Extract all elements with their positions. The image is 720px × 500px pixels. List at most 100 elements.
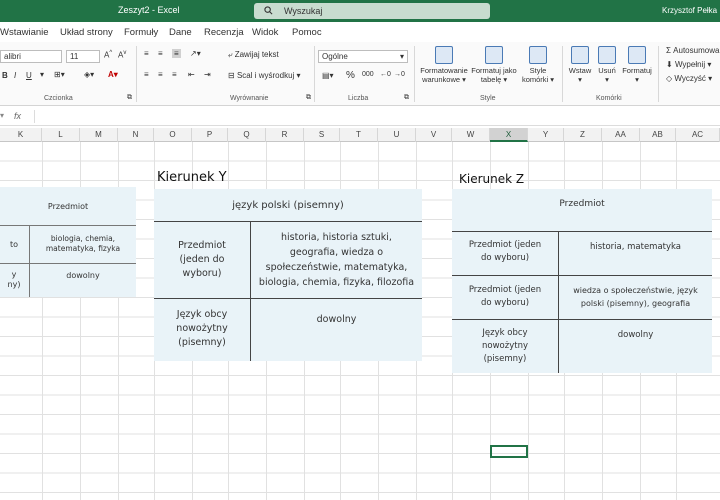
column-header-w[interactable]: W [452, 128, 490, 142]
user-name[interactable]: Krzysztof Pełka [662, 6, 717, 15]
column-headers: K L M N O P Q R S T U V W X Y Z AA AB AC [0, 128, 720, 142]
align-bottom-icon[interactable]: ≡ [172, 49, 181, 58]
autosum-button[interactable]: Σ Autosumowa [666, 46, 719, 55]
font-dialog-launcher-icon[interactable]: ⧉ [127, 94, 132, 102]
column-header-l[interactable]: L [42, 128, 80, 142]
cell-styles-button[interactable]: Style komórki ▾ [518, 46, 558, 84]
column-header-ab[interactable]: AB [640, 128, 676, 142]
shrink-font-button[interactable]: Av [118, 50, 126, 60]
column-header-n[interactable]: N [118, 128, 154, 142]
comma-style-icon[interactable]: 000 [362, 71, 374, 78]
underline-button[interactable]: U [26, 71, 32, 80]
align-middle-icon[interactable]: ≡ [158, 49, 163, 58]
left-table-image: Przedmiot to biologia, chemia, matematyk… [0, 187, 136, 297]
column-header-ac[interactable]: AC [676, 128, 720, 142]
font-color-icon[interactable]: A▾ [108, 70, 118, 79]
table-y-image: język polski (pisemny) Przedmiot (jeden … [154, 189, 422, 361]
column-header-x[interactable]: X [490, 128, 528, 142]
align-right-icon[interactable]: ≡ [172, 70, 177, 79]
orientation-icon[interactable]: ↗▾ [190, 49, 201, 58]
table-z-r3-right: dowolny [617, 330, 654, 340]
heading-kierunek-z: Kierunek Z [459, 172, 525, 186]
group-cells-label: Komórki [596, 95, 622, 102]
table-z-r3-left: Język obcy nowożytny (pisemny) [482, 327, 528, 364]
insert-cells-button[interactable]: Wstaw ▾ [566, 46, 594, 84]
left-table-r1-left: to [9, 239, 19, 249]
tab-review[interactable]: Recenzja [204, 27, 244, 38]
left-table-r1-right: biologia, chemia, matematyka, fizyka [45, 234, 121, 253]
align-left-icon[interactable]: ≡ [144, 70, 149, 79]
wrap-text-button[interactable]: ⤶ Zawijaj tekst [228, 50, 279, 60]
align-center-icon[interactable]: ≡ [158, 70, 163, 79]
table-z-header: Przedmiot [559, 199, 605, 209]
fill-color-icon[interactable]: ◈▾ [84, 70, 94, 79]
tab-view[interactable]: Widok [252, 27, 278, 38]
font-name-select[interactable]: alibri [0, 50, 62, 63]
column-header-k[interactable]: K [0, 128, 42, 142]
search-box[interactable]: Wyszukaj [254, 3, 490, 19]
selected-cell[interactable] [490, 445, 528, 458]
table-z-r2-right: wiedza o społeczeństwie, język polski (p… [573, 286, 698, 308]
grow-font-button[interactable]: A^ [104, 50, 112, 60]
conditional-formatting-icon [435, 46, 453, 64]
merge-center-button[interactable]: ⊟ Scal i wyśrodkuj ▾ [228, 71, 301, 80]
increase-decimal-icon[interactable]: ←0 [380, 71, 391, 78]
column-header-y[interactable]: Y [528, 128, 564, 142]
conditional-formatting-button[interactable]: Formatowanie warunkowe ▾ [418, 46, 470, 84]
column-header-z[interactable]: Z [564, 128, 602, 142]
formula-input[interactable] [34, 110, 720, 123]
fx-icon[interactable]: fx [14, 111, 21, 121]
currency-icon[interactable]: ▤▾ [322, 71, 334, 80]
group-font-label: Czcionka [44, 95, 73, 102]
column-header-s[interactable]: S [304, 128, 340, 142]
left-table-header: Przedmiot [47, 201, 89, 211]
bold-button[interactable]: B [2, 71, 8, 80]
borders-icon[interactable]: ⊞▾ [54, 70, 65, 79]
divider [658, 46, 659, 102]
number-dialog-launcher-icon[interactable]: ⧉ [404, 94, 409, 102]
divider [562, 46, 563, 102]
tab-help[interactable]: Pomoc [292, 27, 322, 38]
column-header-v[interactable]: V [416, 128, 452, 142]
divider [414, 46, 415, 102]
table-line [29, 225, 30, 297]
tab-formulas[interactable]: Formuły [124, 27, 158, 38]
tab-page-layout[interactable]: Układ strony [60, 27, 113, 38]
format-table-icon [485, 46, 503, 64]
percent-icon[interactable]: % [346, 70, 355, 81]
format-cells-icon [628, 46, 646, 64]
font-size-select[interactable]: 11 [66, 50, 100, 63]
column-header-q[interactable]: Q [228, 128, 266, 142]
column-header-t[interactable]: T [340, 128, 378, 142]
align-top-icon[interactable]: ≡ [144, 49, 149, 58]
column-header-r[interactable]: R [266, 128, 304, 142]
underline-dropdown-icon[interactable]: ▾ [40, 70, 44, 79]
search-icon [264, 6, 273, 15]
alignment-dialog-launcher-icon[interactable]: ⧉ [306, 94, 311, 102]
table-z-r2-left: Przedmiot (jeden do wyboru) [468, 285, 542, 308]
name-box-dropdown-icon[interactable]: ▾ [0, 111, 4, 120]
ribbon: alibri 11 A^ Av B I U ▾ ⊞▾ ◈▾ A▾ Czcionk… [0, 42, 720, 106]
table-line [250, 221, 251, 361]
table-y-header: język polski (pisemny) [232, 199, 344, 211]
format-cells-button[interactable]: Formatuj ▾ [620, 46, 654, 84]
tab-insert[interactable]: Wstawianie [0, 27, 49, 38]
column-header-aa[interactable]: AA [602, 128, 640, 142]
fill-button[interactable]: ⬇ Wypełnij ▾ [666, 60, 711, 69]
decrease-indent-icon[interactable]: ⇤ [188, 70, 195, 79]
table-z-image: Przedmiot Przedmiot (jeden do wyboru) hi… [452, 189, 712, 373]
column-header-p[interactable]: P [192, 128, 228, 142]
group-alignment-label: Wyrównanie [230, 95, 269, 102]
delete-cells-icon [598, 46, 616, 64]
delete-cells-button[interactable]: Usuń ▾ [594, 46, 620, 84]
column-header-o[interactable]: O [154, 128, 192, 142]
clear-button[interactable]: ◇ Wyczyść ▾ [666, 74, 712, 83]
tab-data[interactable]: Dane [169, 27, 192, 38]
italic-button[interactable]: I [14, 71, 16, 80]
format-as-table-button[interactable]: Formatuj jako tabelę ▾ [470, 46, 518, 84]
increase-indent-icon[interactable]: ⇥ [204, 70, 211, 79]
column-header-u[interactable]: U [378, 128, 416, 142]
column-header-m[interactable]: M [80, 128, 118, 142]
number-format-select[interactable]: Ogólne ▾ [318, 50, 408, 63]
decrease-decimal-icon[interactable]: →0 [394, 71, 405, 78]
